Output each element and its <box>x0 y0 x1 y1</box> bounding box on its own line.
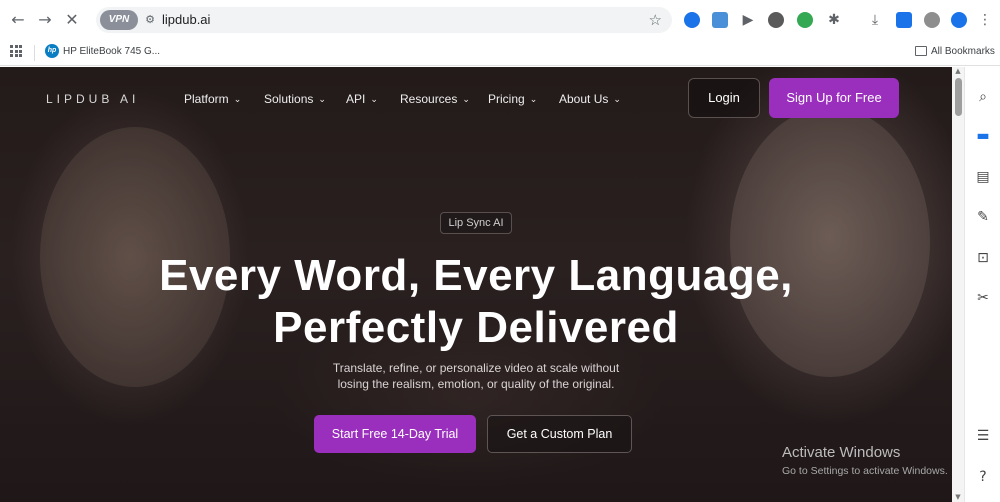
url-text[interactable]: lipdub.ai <box>162 12 210 28</box>
login-button[interactable]: Login <box>688 78 760 118</box>
bookmark-star-icon[interactable]: ☆ <box>649 11 662 29</box>
shield-extension-icon[interactable] <box>684 12 700 28</box>
address-bar[interactable]: VPN ⚙ lipdub.ai ☆ <box>96 7 672 33</box>
hero-badge: Lip Sync AI <box>440 212 512 234</box>
chevron-down-icon: ⌄ <box>318 95 326 105</box>
nav-item-solutions[interactable]: Solutions ⌄ <box>264 91 326 109</box>
download-icon[interactable]: ⤓ <box>866 11 884 29</box>
menu-kebab-icon[interactable]: ⋮ <box>976 11 994 29</box>
edit-note-icon[interactable]: ✎ <box>974 208 992 226</box>
folder-icon[interactable] <box>915 46 927 56</box>
search-icon[interactable]: ⌕ <box>974 88 992 106</box>
video-extension-icon[interactable]: ▶ <box>739 11 757 29</box>
side-panel-icon[interactable] <box>896 12 912 28</box>
bookmarks-bar: hp HP EliteBook 745 G... All Bookmarks <box>0 40 1000 66</box>
chevron-down-icon: ⌄ <box>233 95 242 105</box>
custom-plan-button[interactable]: Get a Custom Plan <box>487 415 632 453</box>
chevron-down-icon: ⌄ <box>462 95 470 105</box>
scroll-down-arrow-icon[interactable]: ▼ <box>953 493 963 501</box>
extensions-puzzle-icon[interactable]: ✱ <box>825 11 843 29</box>
bookmark-item[interactable]: HP EliteBook 745 G... <box>63 45 160 59</box>
back-icon[interactable]: ← <box>8 10 28 30</box>
signup-button[interactable]: Sign Up for Free <box>769 78 899 118</box>
bookmark-separator <box>34 45 35 61</box>
link-extension-icon[interactable] <box>768 12 784 28</box>
scrollbar-thumb[interactable] <box>955 78 962 116</box>
page-scrollbar[interactable] <box>952 67 964 502</box>
site-info-icon[interactable]: ⚙ <box>142 12 158 28</box>
gamepad-icon[interactable]: ⊡ <box>974 249 992 267</box>
hero-headline-line-2: Perfectly Delivered <box>273 303 679 352</box>
nav-item-pricing[interactable]: Pricing ⌄ <box>488 91 537 109</box>
hero-headline-line-1: Every Word, Every Language, <box>159 251 793 300</box>
start-trial-button[interactable]: Start Free 14-Day Trial <box>314 415 476 453</box>
chevron-down-icon: ⌄ <box>613 95 621 105</box>
chevron-down-icon: ⌄ <box>529 95 538 105</box>
settings-sliders-icon[interactable]: ☰ <box>974 427 992 445</box>
scroll-up-arrow-icon[interactable]: ▲ <box>953 67 963 75</box>
hero-subtitle-line-2: losing the realism, emotion, or quality … <box>337 377 615 391</box>
site-logo[interactable]: LIPDUB AI <box>46 92 139 106</box>
tools-icon[interactable]: ✂ <box>974 289 992 307</box>
hero-subtitle-line-1: Translate, refine, or personalize video … <box>332 361 620 375</box>
apps-grid-icon[interactable] <box>10 45 22 57</box>
vpn-badge[interactable]: VPN <box>100 10 138 30</box>
activate-windows-subtitle: Go to Settings to activate Windows. <box>782 465 948 477</box>
activate-windows-title: Activate Windows <box>782 444 901 461</box>
hp-logo-icon[interactable]: hp <box>45 44 59 58</box>
page-content: LIPDUB AI Platform ⌄ Solutions ⌄ API ⌄ Reso… <box>0 67 952 502</box>
reading-list-icon[interactable]: ▤ <box>974 168 992 186</box>
side-panel: ⌕ ▬ ▤ ✎ ⊡ ✂ ☰ ? <box>964 67 1000 502</box>
chevron-down-icon: ⌄ <box>370 95 378 105</box>
forward-icon[interactable]: → <box>35 10 55 30</box>
m-extension-icon[interactable] <box>712 12 728 28</box>
profile-avatar-icon[interactable] <box>924 12 940 28</box>
chat-icon[interactable]: ▬ <box>974 127 992 145</box>
nav-item-platform[interactable]: Platform ⌄ <box>184 91 241 109</box>
help-icon[interactable]: ? <box>974 468 992 486</box>
nav-item-api[interactable]: API ⌄ <box>346 91 378 109</box>
nav-item-resources[interactable]: Resources ⌄ <box>400 91 470 109</box>
all-bookmarks-link[interactable]: All Bookmarks <box>931 45 995 59</box>
stop-loading-icon[interactable]: ✕ <box>62 10 82 30</box>
nav-item-about-us[interactable]: About Us ⌄ <box>559 91 621 109</box>
security-extension-icon[interactable] <box>951 12 967 28</box>
green-extension-icon[interactable] <box>797 12 813 28</box>
browser-toolbar: ← → ✕ VPN ⚙ lipdub.ai ☆ ▶ ✱ ⤓ ⋮ <box>0 0 1000 40</box>
